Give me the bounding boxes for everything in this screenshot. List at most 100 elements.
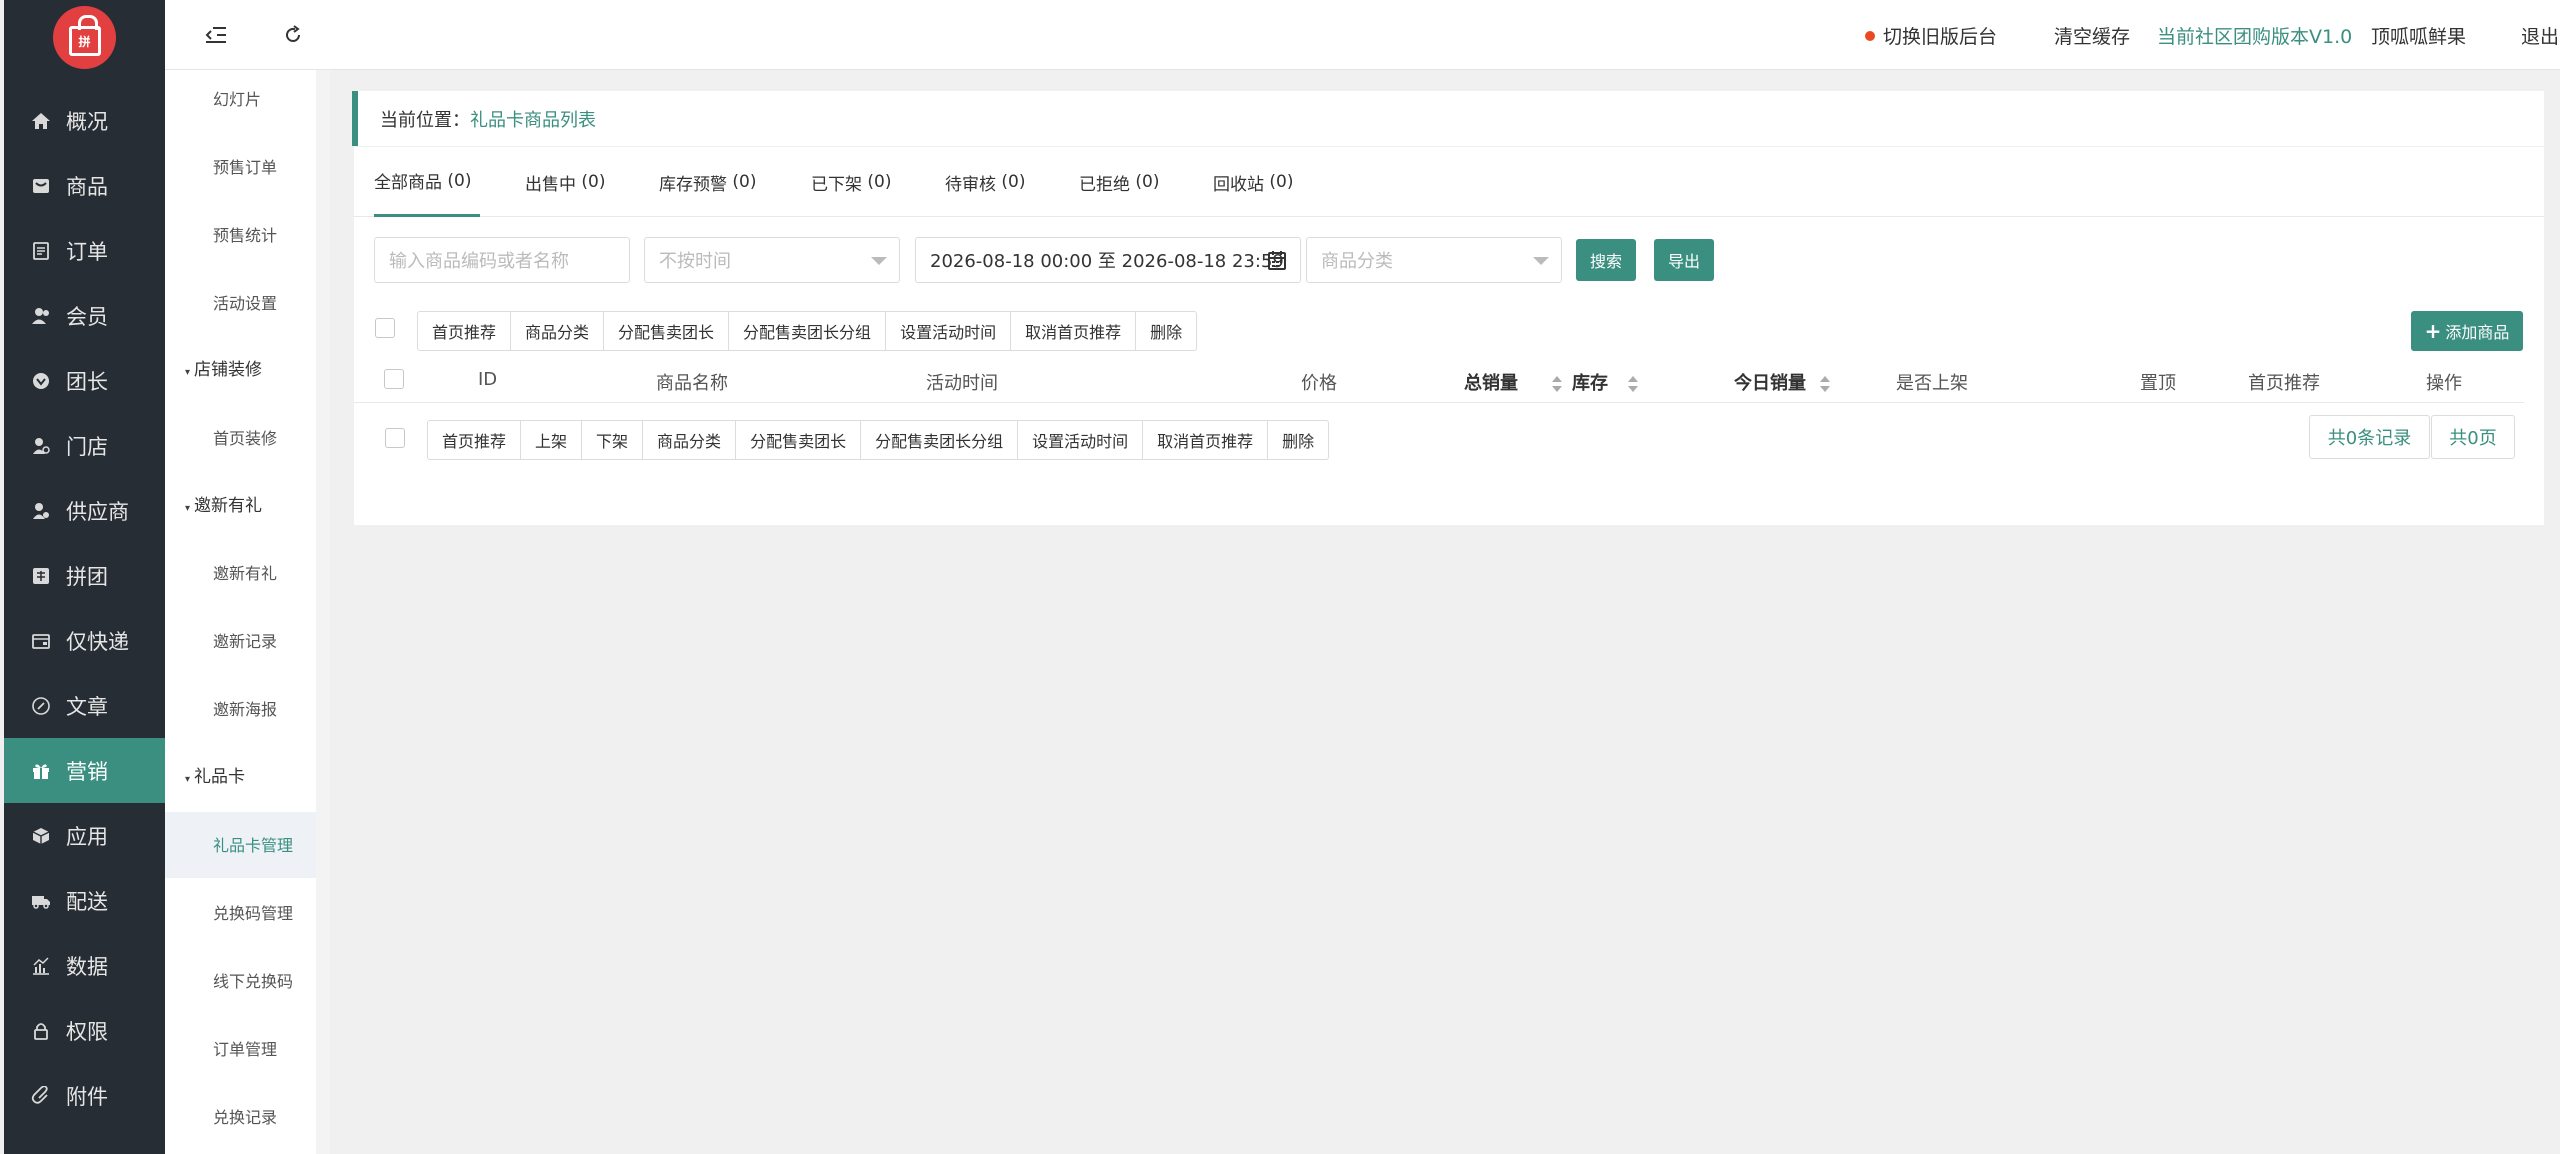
- total-pages[interactable]: 共0页: [2431, 415, 2515, 459]
- batch-assign-leader-button[interactable]: 分配售卖团长: [736, 421, 862, 459]
- time-select[interactable]: 不按时间: [644, 237, 900, 283]
- nav-item-express[interactable]: 仅快递: [4, 608, 165, 673]
- tab-count: (0): [581, 172, 606, 192]
- search-button[interactable]: 搜索: [1576, 239, 1636, 281]
- nav-item-leaders[interactable]: 团长: [4, 348, 165, 413]
- nav-label: 门店: [66, 434, 108, 459]
- col-total-sales[interactable]: 总销量: [1464, 369, 1562, 395]
- breadcrumb-current[interactable]: 礼品卡商品列表: [470, 106, 596, 132]
- col-stock-label: 库存: [1572, 373, 1608, 394]
- sub-group-label: 店铺装修: [194, 360, 263, 380]
- nav-item-group-buy[interactable]: 拼团: [4, 543, 165, 608]
- batch-actions-top: 首页推荐 商品分类 分配售卖团长 分配售卖团长分组 设置活动时间 取消首页推荐 …: [417, 311, 1198, 351]
- category-select[interactable]: 商品分类: [1306, 237, 1562, 283]
- store-name-link[interactable]: 顶呱呱鲜果: [2371, 22, 2466, 49]
- nav-item-members[interactable]: 会员: [4, 283, 165, 348]
- nav-label: 商品: [66, 174, 108, 199]
- tab-all-goods[interactable]: 全部商品 (0): [374, 147, 480, 217]
- data-icon: [30, 955, 52, 977]
- sub-item-offline-codes[interactable]: 线下兑换码: [213, 968, 293, 992]
- batch-cancel-home-recommend-button[interactable]: 取消首页推荐: [1143, 421, 1269, 459]
- logout-link[interactable]: 退出: [2521, 22, 2559, 49]
- sub-item-invite-records[interactable]: 邀新记录: [213, 628, 277, 652]
- batch-actions-bottom: 首页推荐 上架 下架 商品分类 分配售卖团长 分配售卖团长分组 设置活动时间 取…: [427, 420, 1330, 460]
- nav-item-articles[interactable]: 文章: [4, 673, 165, 738]
- batch-cancel-home-recommend-button[interactable]: 取消首页推荐: [1011, 312, 1137, 350]
- col-stock[interactable]: 库存: [1572, 369, 1638, 395]
- nav-item-marketing[interactable]: 营销: [4, 738, 165, 803]
- tab-stock-warning[interactable]: 库存预警 (0): [659, 147, 757, 217]
- home-icon: [30, 110, 52, 132]
- export-button[interactable]: 导出: [1654, 239, 1714, 281]
- batch-on-shelf-button[interactable]: 上架: [521, 421, 583, 459]
- sub-item-home-decor[interactable]: 首页装修: [213, 425, 277, 449]
- batch-assign-leader-group-button[interactable]: 分配售卖团长分组: [861, 421, 1019, 459]
- category-select-value: 商品分类: [1321, 251, 1393, 272]
- tab-on-sale[interactable]: 出售中 (0): [525, 147, 606, 217]
- batch-delete-button[interactable]: 删除: [1136, 312, 1196, 350]
- refresh-icon[interactable]: [280, 22, 306, 48]
- nav-item-stores[interactable]: 门店: [4, 413, 165, 478]
- nav-label: 权限: [66, 1019, 108, 1044]
- keyword-input[interactable]: 输入商品编码或者名称: [374, 237, 630, 283]
- sub-group-invite[interactable]: ▾ 邀新有礼: [185, 491, 262, 516]
- col-today-sales[interactable]: 今日销量: [1734, 369, 1830, 395]
- batch-set-activity-time-button[interactable]: 设置活动时间: [1018, 421, 1144, 459]
- nav-item-delivery[interactable]: 配送: [4, 868, 165, 933]
- tab-label: 库存预警: [659, 174, 727, 195]
- nav-item-data[interactable]: 数据: [4, 933, 165, 998]
- breadcrumb: 当前位置： 礼品卡商品列表: [352, 91, 2544, 146]
- add-goods-button[interactable]: + 添加商品: [2411, 311, 2523, 351]
- header-checkbox[interactable]: [384, 369, 404, 389]
- logo-area: 拼: [4, 0, 165, 74]
- batch-home-recommend-button[interactable]: 首页推荐: [428, 421, 522, 459]
- sub-item-presale-orders[interactable]: 预售订单: [213, 154, 277, 178]
- batch-off-shelf-button[interactable]: 下架: [582, 421, 644, 459]
- logo[interactable]: 拼: [53, 5, 116, 69]
- sub-item-activity-settings[interactable]: 活动设置: [213, 290, 277, 314]
- sub-item-redeem-records[interactable]: 兑换记录: [213, 1104, 277, 1128]
- nav-item-permissions[interactable]: 权限: [4, 998, 165, 1063]
- nav-item-goods[interactable]: 商品: [4, 153, 165, 218]
- nav-item-apps[interactable]: 应用: [4, 803, 165, 868]
- nav-item-suppliers[interactable]: 供应商: [4, 478, 165, 543]
- sub-item-order-manage[interactable]: 订单管理: [213, 1036, 277, 1060]
- tab-recycle-bin[interactable]: 回收站 (0): [1213, 147, 1294, 217]
- sub-item-invite-poster[interactable]: 邀新海报: [213, 696, 277, 720]
- batch-assign-leader-button[interactable]: 分配售卖团长: [604, 312, 730, 350]
- tab-rejected[interactable]: 已拒绝 (0): [1079, 147, 1160, 217]
- clear-cache-link[interactable]: 清空缓存: [2054, 22, 2130, 49]
- sub-item-invite-gift[interactable]: 邀新有礼: [213, 560, 277, 584]
- batch-set-activity-time-button[interactable]: 设置活动时间: [886, 312, 1012, 350]
- version-link[interactable]: 当前社区团购版本V1.0: [2157, 22, 2352, 49]
- sub-group-giftcard[interactable]: ▾ 礼品卡: [185, 762, 245, 787]
- select-all-bottom-checkbox[interactable]: [385, 428, 405, 448]
- batch-delete-button[interactable]: 删除: [1268, 421, 1328, 459]
- leader-icon: [30, 370, 52, 392]
- batch-home-recommend-button[interactable]: 首页推荐: [418, 312, 512, 350]
- col-today-sales-label: 今日销量: [1734, 373, 1806, 394]
- batch-category-button[interactable]: 商品分类: [643, 421, 737, 459]
- sub-item-slides[interactable]: 幻灯片: [213, 86, 261, 110]
- tab-pending-review[interactable]: 待审核 (0): [945, 147, 1026, 217]
- nav-item-overview[interactable]: 概况: [4, 88, 165, 153]
- collapse-menu-icon[interactable]: [203, 22, 229, 48]
- sub-group-label: 礼品卡: [194, 767, 246, 787]
- sub-item-presale-stats[interactable]: 预售统计: [213, 222, 277, 246]
- total-records[interactable]: 共0条记录: [2309, 415, 2430, 459]
- plus-icon: +: [2424, 319, 2442, 343]
- date-range-input[interactable]: 2026-08-18 00:00 至 2026-08-18 23:59: [915, 237, 1301, 283]
- switch-old-backend-link[interactable]: 切换旧版后台: [1865, 22, 1997, 49]
- nav-item-attachments[interactable]: 附件: [4, 1063, 165, 1128]
- tab-off-shelf[interactable]: 已下架 (0): [811, 147, 892, 217]
- batch-assign-leader-group-button[interactable]: 分配售卖团长分组: [729, 312, 887, 350]
- sub-scrollbar-thumb[interactable]: [316, 70, 330, 1154]
- nav-item-orders[interactable]: 订单: [4, 218, 165, 283]
- sub-group-shop-decor[interactable]: ▾ 店铺装修: [185, 355, 262, 380]
- sub-item-code-manage[interactable]: 兑换码管理: [213, 900, 293, 924]
- sub-item-giftcard-manage[interactable]: 礼品卡管理: [213, 832, 293, 856]
- tab-label: 回收站: [1213, 174, 1264, 195]
- select-all-checkbox[interactable]: [375, 318, 395, 338]
- main-nav: 概况 商品 订单 会员 团长 门店 供应商 拼团 仅快递 文章 营销 应用 配送…: [4, 88, 165, 1128]
- batch-category-button[interactable]: 商品分类: [511, 312, 605, 350]
